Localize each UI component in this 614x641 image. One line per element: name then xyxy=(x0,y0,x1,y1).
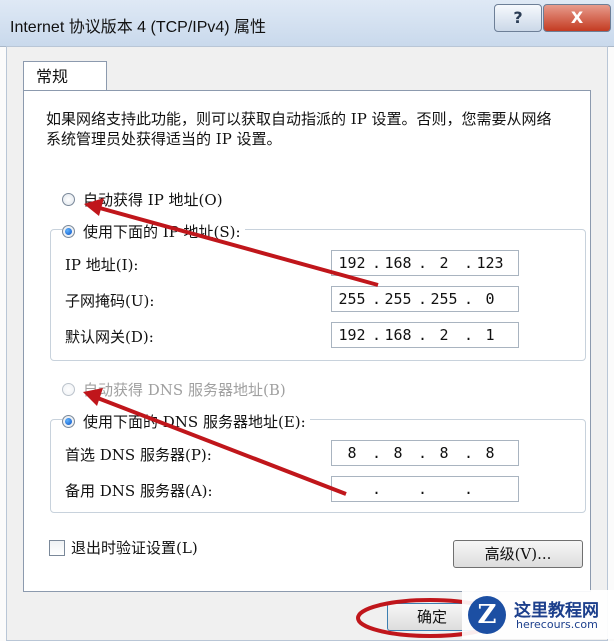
subnet-mask-label: 子网掩码(U): xyxy=(65,292,155,310)
ip-address-octet-3: 2 xyxy=(439,254,449,272)
ip-auto-option[interactable]: 自动获得 IP 地址(O) xyxy=(62,189,223,210)
preferred-dns-octet-1: 8 xyxy=(347,444,357,462)
subnet-octet-2: 255 xyxy=(384,290,412,308)
gateway-field[interactable]: 192 . 168 . 2 . 1 xyxy=(331,322,519,348)
window-title: Internet 协议版本 4 (TCP/IPv4) 属性 xyxy=(10,19,267,36)
ip-auto-radio[interactable] xyxy=(62,193,75,206)
gateway-octet-3: 2 xyxy=(439,326,449,344)
subnet-mask-field[interactable]: 255 . 255 . 255 . 0 xyxy=(331,286,519,312)
watermark: Z 这里教程网 herecours.com xyxy=(462,590,614,639)
ip-manual-radio[interactable] xyxy=(62,225,75,238)
subnet-octet-3: 255 xyxy=(430,290,458,308)
general-tab-panel: 如果网络支持此功能，则可以获取自动指派的 IP 设置。否则，您需要从网络系统管理… xyxy=(23,90,591,592)
preferred-dns-octet-2: 8 xyxy=(393,444,403,462)
gateway-octet-2: 168 xyxy=(384,326,412,344)
ip-address-octet-2: 168 xyxy=(384,254,412,272)
close-button[interactable]: X xyxy=(543,4,611,32)
validate-checkbox[interactable] xyxy=(49,539,65,556)
preferred-dns-label: 首选 DNS 服务器(P): xyxy=(65,446,212,464)
subnet-octet-1: 255 xyxy=(338,290,366,308)
ip-address-field[interactable]: 192 . 168 . 2 . 123 xyxy=(331,250,519,276)
ip-address-octet-4: 123 xyxy=(476,254,504,272)
help-button[interactable]: ? xyxy=(494,4,542,32)
validate-option[interactable]: 退出时验证设置(L) xyxy=(49,537,198,558)
advanced-button[interactable]: 高级(V)... xyxy=(453,540,583,568)
watermark-subtitle: herecours.com xyxy=(516,618,598,631)
dns-auto-label: 自动获得 DNS 服务器地址(B) xyxy=(83,381,286,399)
ip-settings-group: IP 地址(I): 192 . 168 . 2 . 123 子网掩码(U): 2… xyxy=(50,229,586,361)
dns-manual-option[interactable]: 使用下面的 DNS 服务器地址(E): xyxy=(62,411,310,432)
ip-address-octet-1: 192 xyxy=(338,254,366,272)
subnet-octet-4: 0 xyxy=(485,290,495,308)
dialog-body: 常规 如果网络支持此功能，则可以获取自动指派的 IP 设置。否则，您需要从网络系… xyxy=(6,46,608,641)
preferred-dns-field[interactable]: 8 . 8 . 8 . 8 xyxy=(331,440,519,466)
gateway-octet-1: 192 xyxy=(338,326,366,344)
ip-auto-label: 自动获得 IP 地址(O) xyxy=(83,191,223,209)
alternate-dns-label: 备用 DNS 服务器(A): xyxy=(65,482,213,500)
dns-manual-label: 使用下面的 DNS 服务器地址(E): xyxy=(83,413,306,431)
ip-address-label: IP 地址(I): xyxy=(65,256,139,274)
gateway-label: 默认网关(D): xyxy=(65,328,154,346)
intro-text: 如果网络支持此功能，则可以获取自动指派的 IP 设置。否则，您需要从网络系统管理… xyxy=(46,110,552,148)
title-bar: Internet 协议版本 4 (TCP/IPv4) 属性 ? X xyxy=(0,0,614,47)
dns-auto-option[interactable]: 自动获得 DNS 服务器地址(B) xyxy=(62,379,286,400)
preferred-dns-octet-3: 8 xyxy=(439,444,449,462)
dns-settings-group: 首选 DNS 服务器(P): 8 . 8 . 8 . 8 备用 DNS 服务器(… xyxy=(50,419,586,513)
ip-manual-label: 使用下面的 IP 地址(S): xyxy=(83,223,241,241)
preferred-dns-octet-4: 8 xyxy=(485,444,495,462)
gateway-octet-4: 1 xyxy=(485,326,495,344)
ip-manual-option[interactable]: 使用下面的 IP 地址(S): xyxy=(62,221,245,242)
watermark-logo-icon: Z xyxy=(468,596,506,634)
alternate-dns-field[interactable]: . . . xyxy=(331,476,519,502)
dns-auto-radio[interactable] xyxy=(62,383,75,396)
tab-general[interactable]: 常规 xyxy=(23,61,107,91)
dns-manual-radio[interactable] xyxy=(62,415,75,428)
validate-label: 退出时验证设置(L) xyxy=(71,539,198,557)
